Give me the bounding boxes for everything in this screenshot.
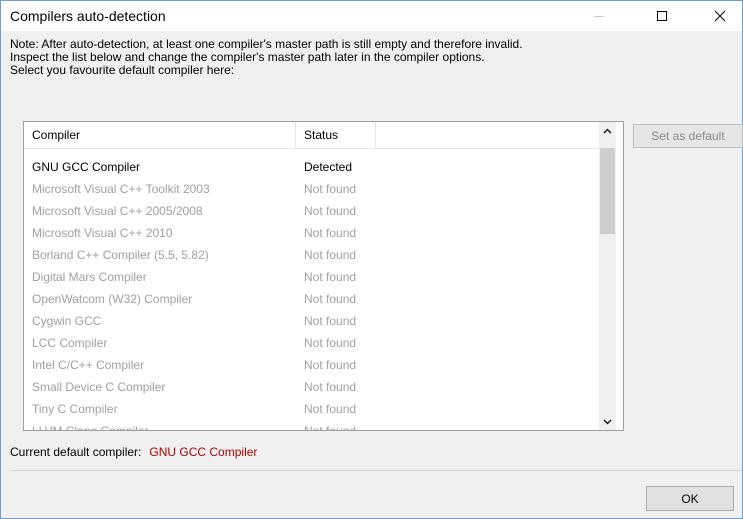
- list-item[interactable]: Microsoft Visual C++ 2010 Not found: [24, 222, 600, 244]
- compiler-name: OpenWatcom (W32) Compiler: [32, 292, 193, 306]
- compiler-name: Microsoft Visual C++ 2010: [32, 226, 173, 240]
- list-item[interactable]: OpenWatcom (W32) Compiler Not found: [24, 288, 600, 310]
- scroll-down-button[interactable]: [599, 413, 616, 430]
- compiler-name: Cygwin GCC: [32, 314, 102, 328]
- current-default-label: Current default compiler:: [10, 445, 142, 459]
- compiler-status: Not found: [304, 292, 357, 306]
- scrollbar-thumb[interactable]: [600, 148, 615, 234]
- list-item[interactable]: LCC Compiler Not found: [24, 332, 600, 354]
- compiler-name: Microsoft Visual C++ Toolkit 2003: [32, 182, 210, 196]
- compiler-list[interactable]: Compiler Status GNU GCC Compiler Detected…: [23, 121, 624, 431]
- list-item[interactable]: Cygwin GCC Not found: [24, 310, 600, 332]
- compiler-status: Not found: [304, 358, 357, 372]
- list-item[interactable]: Microsoft Visual C++ 2005/2008 Not found: [24, 200, 600, 222]
- compiler-status: Not found: [304, 424, 357, 431]
- compiler-name: Microsoft Visual C++ 2005/2008: [32, 204, 203, 218]
- compiler-name: LCC Compiler: [32, 336, 108, 350]
- compiler-status: Not found: [304, 270, 357, 284]
- list-item[interactable]: Small Device C Compiler Not found: [24, 376, 600, 398]
- list-item[interactable]: Borland C++ Compiler (5.5, 5.82) Not foun…: [24, 244, 600, 266]
- compiler-name: Intel C/C++ Compiler: [32, 358, 145, 372]
- compiler-name: Tiny C Compiler: [32, 402, 118, 416]
- compiler-status: Not found: [304, 402, 357, 416]
- vertical-scrollbar[interactable]: [599, 122, 616, 430]
- dialog-window: Compilers auto-detection Note: After aut…: [0, 0, 743, 519]
- compiler-name: LLVM Clang Compiler: [32, 424, 149, 431]
- scroll-up-button[interactable]: [599, 122, 616, 139]
- current-default: Current default compiler: GNU GCC Compile…: [10, 445, 257, 459]
- compiler-name: Small Device C Compiler: [32, 380, 166, 394]
- maximize-button[interactable]: [639, 1, 685, 31]
- compiler-status: Not found: [304, 314, 357, 328]
- list-item[interactable]: Tiny C Compiler Not found: [24, 398, 600, 420]
- note-text: Note: After auto-detection, at least one…: [10, 38, 523, 77]
- close-button[interactable]: [697, 1, 743, 31]
- compiler-status: Not found: [304, 182, 357, 196]
- compiler-name: Borland C++ Compiler (5.5, 5.82): [32, 248, 209, 262]
- compiler-name: GNU GCC Compiler: [32, 160, 141, 174]
- compiler-name: Digital Mars Compiler: [32, 270, 147, 284]
- window-title: Compilers auto-detection: [10, 8, 166, 24]
- compiler-status: Detected: [304, 160, 353, 174]
- title-bar[interactable]: Compilers auto-detection: [1, 1, 742, 31]
- minimize-icon: [594, 15, 604, 17]
- compiler-status: Not found: [304, 204, 357, 218]
- list-item[interactable]: GNU GCC Compiler Detected: [24, 156, 600, 178]
- list-item[interactable]: LLVM Clang Compiler Not found: [24, 420, 600, 431]
- divider: [10, 470, 742, 471]
- list-item[interactable]: Intel C/C++ Compiler Not found: [24, 354, 600, 376]
- maximize-icon: [657, 11, 667, 21]
- compiler-status: Not found: [304, 248, 357, 262]
- minimize-button[interactable]: [576, 1, 622, 31]
- compiler-status: Not found: [304, 226, 357, 240]
- list-rows: GNU GCC Compiler Detected Microsoft Visual…: [24, 156, 600, 431]
- chevron-up-icon: [603, 128, 612, 133]
- column-header-compiler[interactable]: Compiler: [24, 122, 296, 148]
- current-default-value: GNU GCC Compiler: [149, 445, 258, 459]
- chevron-down-icon: [603, 419, 612, 424]
- close-icon: [714, 10, 726, 22]
- set-as-default-button[interactable]: Set as default: [633, 124, 743, 148]
- ok-button[interactable]: OK: [646, 486, 734, 511]
- list-header: Compiler Status: [24, 122, 600, 149]
- compiler-status: Not found: [304, 336, 357, 350]
- compiler-status: Not found: [304, 380, 357, 394]
- list-item[interactable]: Digital Mars Compiler Not found: [24, 266, 600, 288]
- list-item[interactable]: Microsoft Visual C++ Toolkit 2003 Not fou…: [24, 178, 600, 200]
- column-header-status[interactable]: Status: [296, 122, 376, 148]
- note-line: Select you favourite default compiler he…: [10, 63, 235, 77]
